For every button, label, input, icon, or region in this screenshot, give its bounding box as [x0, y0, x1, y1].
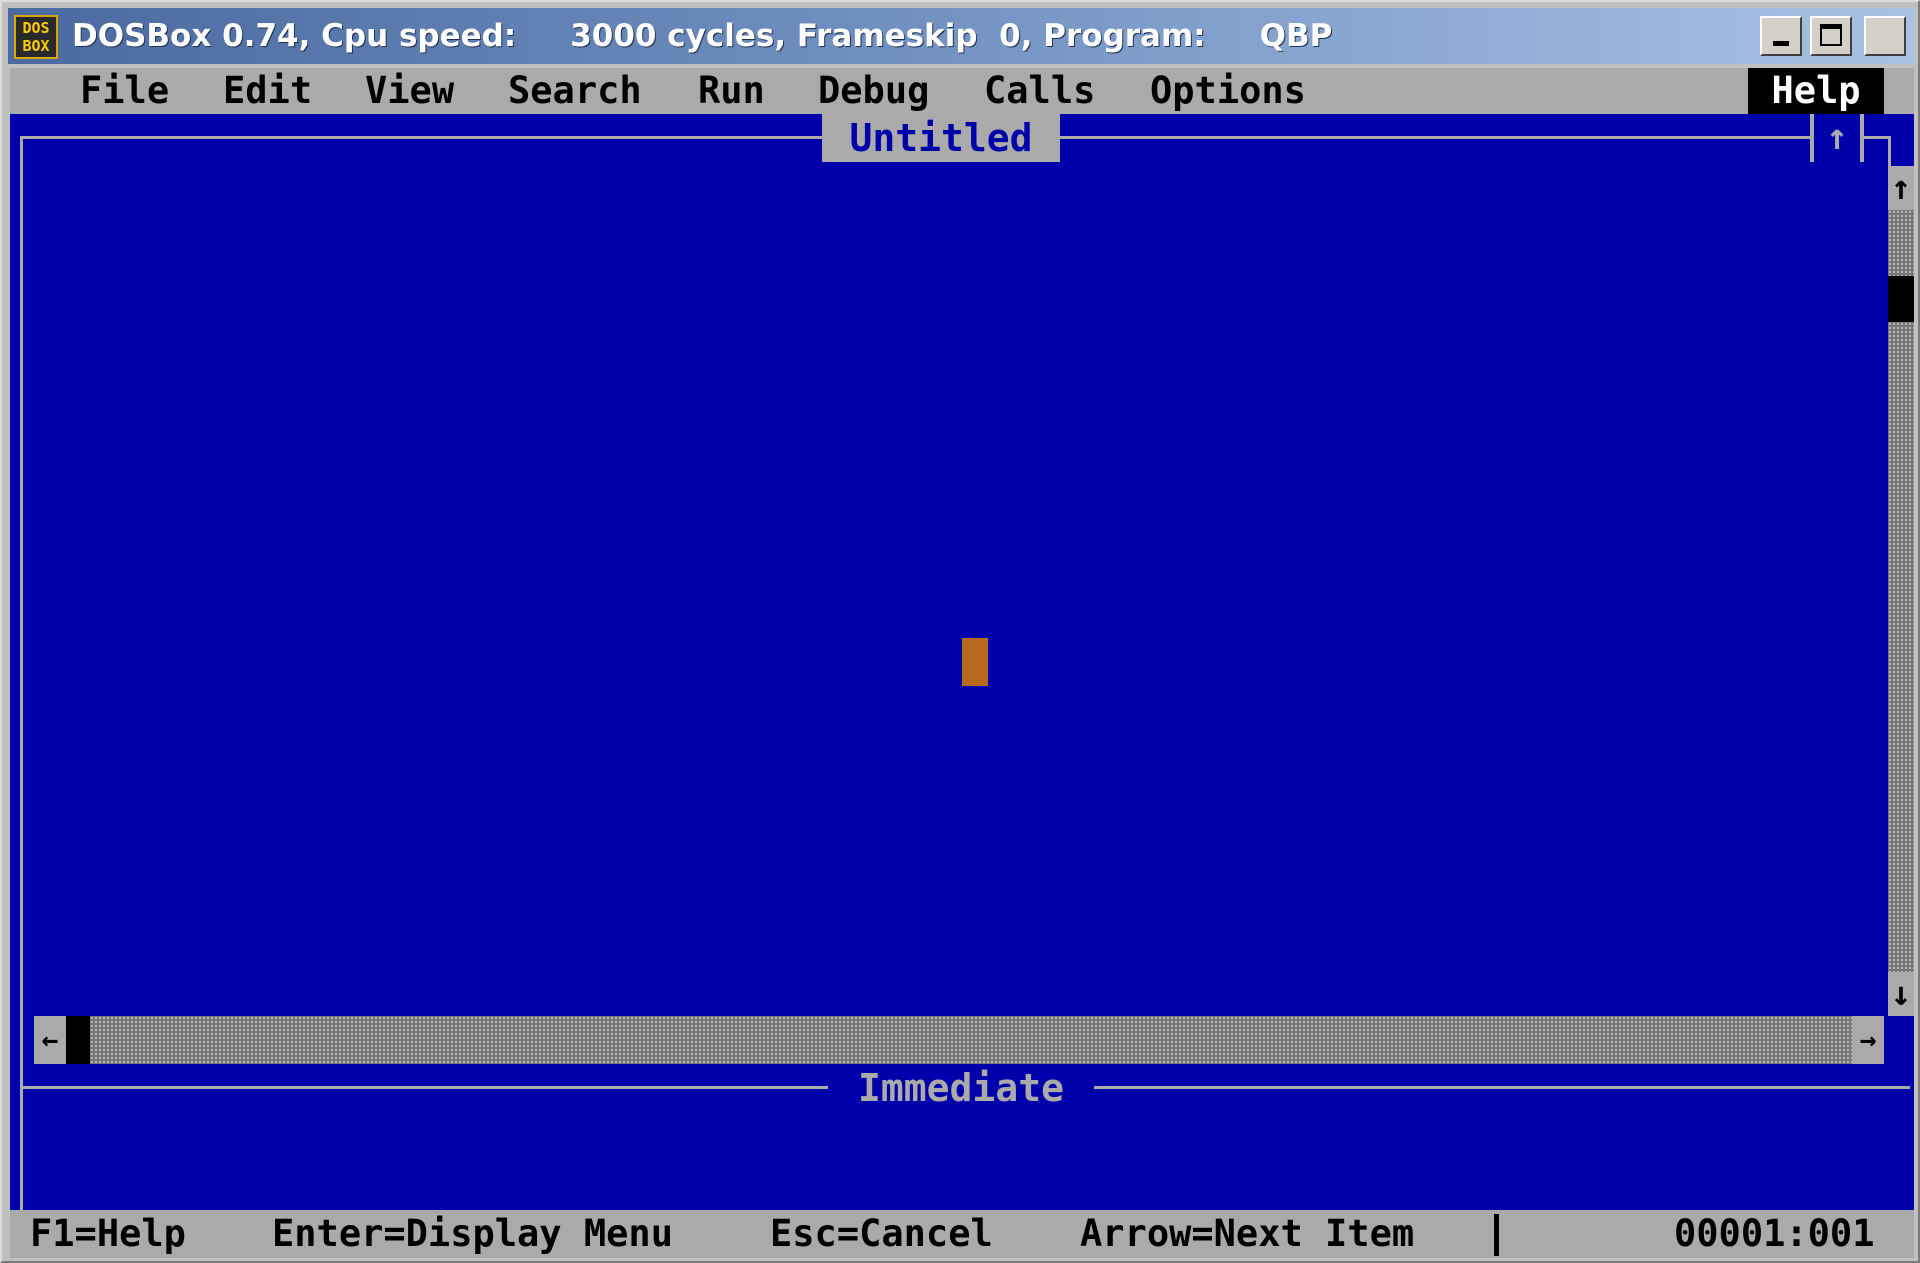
- maximize-icon: [1820, 24, 1842, 46]
- minimize-icon: [1773, 41, 1789, 46]
- scroll-right-button[interactable]: →: [1852, 1016, 1884, 1064]
- menu-calls[interactable]: Calls: [984, 68, 1095, 114]
- arrow-down-icon: ↓: [1890, 974, 1912, 1014]
- up-arrow-icon: ↑: [1826, 117, 1848, 158]
- close-button[interactable]: ✕: [1864, 16, 1906, 56]
- vertical-scroll-thumb[interactable]: [1888, 276, 1914, 322]
- window-title: DOSBox 0.74, Cpu speed: 3000 cycles, Fra…: [72, 18, 1333, 54]
- minimize-button[interactable]: [1760, 16, 1802, 56]
- title-bar[interactable]: DOS BOX DOSBox 0.74, Cpu speed: 3000 cycl…: [8, 8, 1914, 64]
- horizontal-scroll-thumb[interactable]: [66, 1016, 90, 1064]
- status-separator: [1494, 1214, 1499, 1256]
- status-esc-cancel[interactable]: Esc=Cancel: [770, 1210, 993, 1258]
- scroll-left-button[interactable]: ←: [34, 1016, 66, 1064]
- horizontal-scrollbar[interactable]: ← →: [34, 1016, 1884, 1064]
- maximize-button[interactable]: [1810, 16, 1852, 56]
- menu-options[interactable]: Options: [1150, 68, 1306, 114]
- editor-frame-right: [1888, 136, 1891, 168]
- scroll-down-button[interactable]: ↓: [1888, 972, 1914, 1016]
- cursor-position: 00001:001: [1674, 1212, 1875, 1255]
- editor-title: Untitled: [822, 114, 1060, 162]
- dos-screen: File Edit View Search Run Debug Calls Op…: [10, 68, 1914, 1258]
- menu-run[interactable]: Run: [698, 68, 765, 114]
- arrow-up-icon: ↑: [1890, 168, 1912, 208]
- menu-debug[interactable]: Debug: [818, 68, 929, 114]
- status-arrow-next: Arrow=Next Item: [1080, 1212, 1415, 1255]
- arrow-right-icon: →: [1859, 1023, 1877, 1056]
- menu-help[interactable]: Help: [1748, 68, 1884, 114]
- editor-maximize-button[interactable]: ↑: [1810, 114, 1864, 162]
- menu-bar: File Edit View Search Run Debug Calls Op…: [10, 68, 1914, 114]
- menu-view[interactable]: View: [365, 68, 454, 114]
- vertical-scrollbar[interactable]: ↑ ↓: [1888, 166, 1914, 1016]
- immediate-title: Immediate: [828, 1064, 1094, 1112]
- editor-frame-left: [20, 136, 23, 1210]
- menu-file[interactable]: File: [80, 68, 169, 114]
- status-enter-menu[interactable]: Enter=Display Menu: [272, 1210, 673, 1258]
- menu-edit[interactable]: Edit: [223, 68, 312, 114]
- menu-search[interactable]: Search: [508, 68, 642, 114]
- scroll-up-button[interactable]: ↑: [1888, 166, 1914, 210]
- dosbox-window: DOS BOX DOSBox 0.74, Cpu speed: 3000 cycl…: [0, 0, 1920, 1263]
- arrow-left-icon: ←: [41, 1023, 59, 1056]
- dosbox-app-icon[interactable]: DOS BOX: [14, 15, 58, 59]
- status-f1-help[interactable]: F1=Help: [30, 1210, 186, 1258]
- status-bar: F1=Help Enter=Display Menu Esc=Cancel Ar…: [10, 1210, 1914, 1258]
- text-cursor: [962, 638, 988, 686]
